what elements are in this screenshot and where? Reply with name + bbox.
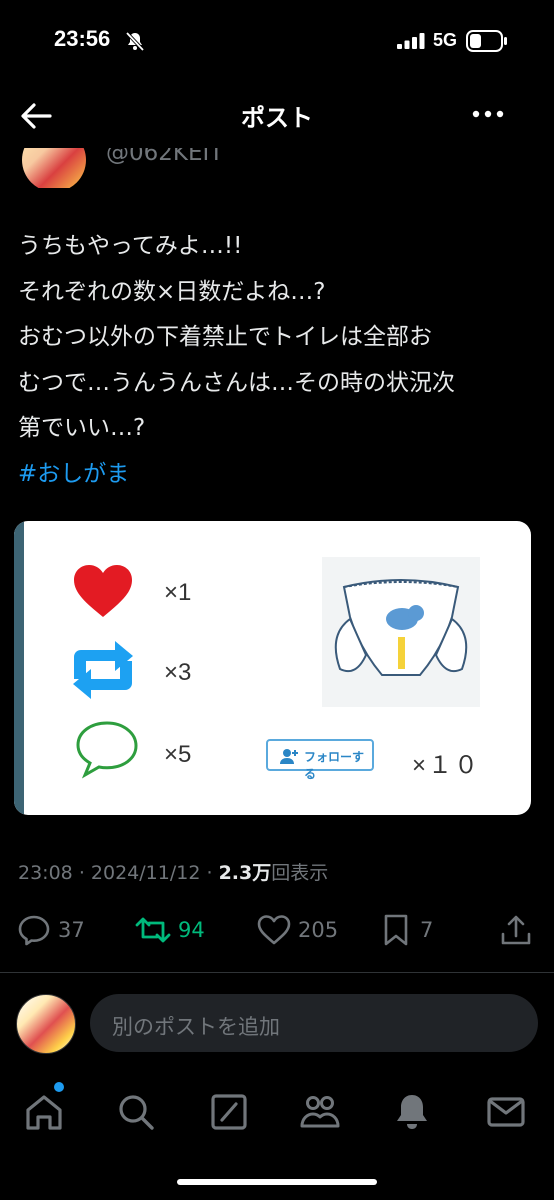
reply-count: 37 xyxy=(58,918,85,942)
tweet-line: うちもやってみよ…!! xyxy=(18,233,243,259)
like-button[interactable]: 205 xyxy=(256,910,338,950)
follow-multiplier: ×１０ xyxy=(412,752,481,779)
messages-icon[interactable] xyxy=(484,1090,528,1134)
share-button[interactable] xyxy=(498,910,534,950)
author-handle[interactable]: @062KEIT xyxy=(106,148,223,166)
post-date: 2024/11/12 xyxy=(90,862,201,884)
more-options-icon[interactable] xyxy=(466,102,510,126)
meta-separator: · xyxy=(206,862,219,884)
reply-bar: 別のポストを追加 xyxy=(0,982,554,1072)
tweet-text: うちもやってみよ…!! それぞれの数×日数だよね…? おむつ以外の下着禁止でトイ… xyxy=(18,224,538,497)
tweet-line: 第でいい…? xyxy=(18,415,146,441)
search-icon[interactable] xyxy=(114,1090,158,1134)
attached-image[interactable]: ×1 ×3 ×5 フォローする ×１０ xyxy=(14,521,531,815)
tweet-meta: 23:08 · 2024/11/12 · 2.3万回表示 xyxy=(18,858,328,885)
like-count: 205 xyxy=(298,918,339,942)
new-posts-dot xyxy=(54,1082,64,1092)
status-bar: 23:56 5G xyxy=(0,0,554,82)
status-time: 23:56 xyxy=(54,26,111,51)
nav-bar: ポスト xyxy=(0,82,554,148)
bookmark-count: 7 xyxy=(420,918,434,942)
reply-multiplier: ×5 xyxy=(164,741,192,768)
divider xyxy=(0,972,554,973)
notifications-bell-icon[interactable] xyxy=(390,1090,434,1134)
follow-label: フォローする xyxy=(304,750,365,781)
retweet-count: 94 xyxy=(178,918,205,942)
bookmark-button[interactable]: 7 xyxy=(380,910,433,950)
follow-button-graphic: フォローする xyxy=(266,739,374,781)
reply-button[interactable]: 37 xyxy=(16,910,85,950)
retweet-multiplier: ×3 xyxy=(164,659,192,686)
grok-icon[interactable] xyxy=(207,1090,251,1134)
hashtag-link[interactable]: #おしがま xyxy=(18,452,538,498)
tweet-line: むつで…うんうんさんは…その時の状況次 xyxy=(18,369,455,396)
like-multiplier: ×1 xyxy=(164,579,192,606)
share-icon xyxy=(501,915,531,945)
author-row: @062KEIT xyxy=(0,148,554,188)
home-indicator[interactable] xyxy=(177,1179,377,1185)
reply-icon xyxy=(18,915,50,946)
reply-input[interactable]: 別のポストを追加 xyxy=(90,994,538,1052)
view-label[interactable]: 回表示 xyxy=(271,862,328,884)
post-time: 23:08 xyxy=(18,862,73,884)
my-avatar[interactable] xyxy=(16,994,76,1054)
tweet-line: おむつ以外の下着禁止でトイレは全部お xyxy=(18,324,432,350)
silent-bell-icon xyxy=(125,31,145,52)
action-bar: 37 94 205 7 xyxy=(0,910,554,954)
diaper-illustration xyxy=(322,557,480,707)
view-count[interactable]: 2.3万 xyxy=(219,862,272,884)
speech-bubble-icon xyxy=(76,721,138,779)
communities-icon[interactable] xyxy=(298,1090,342,1134)
cellular-signal-icon xyxy=(397,33,425,49)
battery-icon xyxy=(466,30,507,52)
reply-placeholder: 別のポストを追加 xyxy=(112,1015,280,1039)
retweet-icon xyxy=(73,641,133,699)
network-type: 5G xyxy=(433,30,458,50)
meta-separator: · xyxy=(78,862,91,884)
home-icon[interactable] xyxy=(22,1090,66,1134)
retweet-icon xyxy=(135,917,171,943)
retweet-button[interactable]: 94 xyxy=(134,910,205,950)
add-user-icon xyxy=(280,749,298,764)
author-avatar[interactable] xyxy=(22,148,86,188)
image-edge xyxy=(14,521,24,815)
heart-icon xyxy=(74,565,132,617)
bookmark-icon xyxy=(384,914,408,946)
heart-outline-icon xyxy=(257,915,291,945)
tweet-line: それぞれの数×日数だよね…? xyxy=(18,278,326,305)
